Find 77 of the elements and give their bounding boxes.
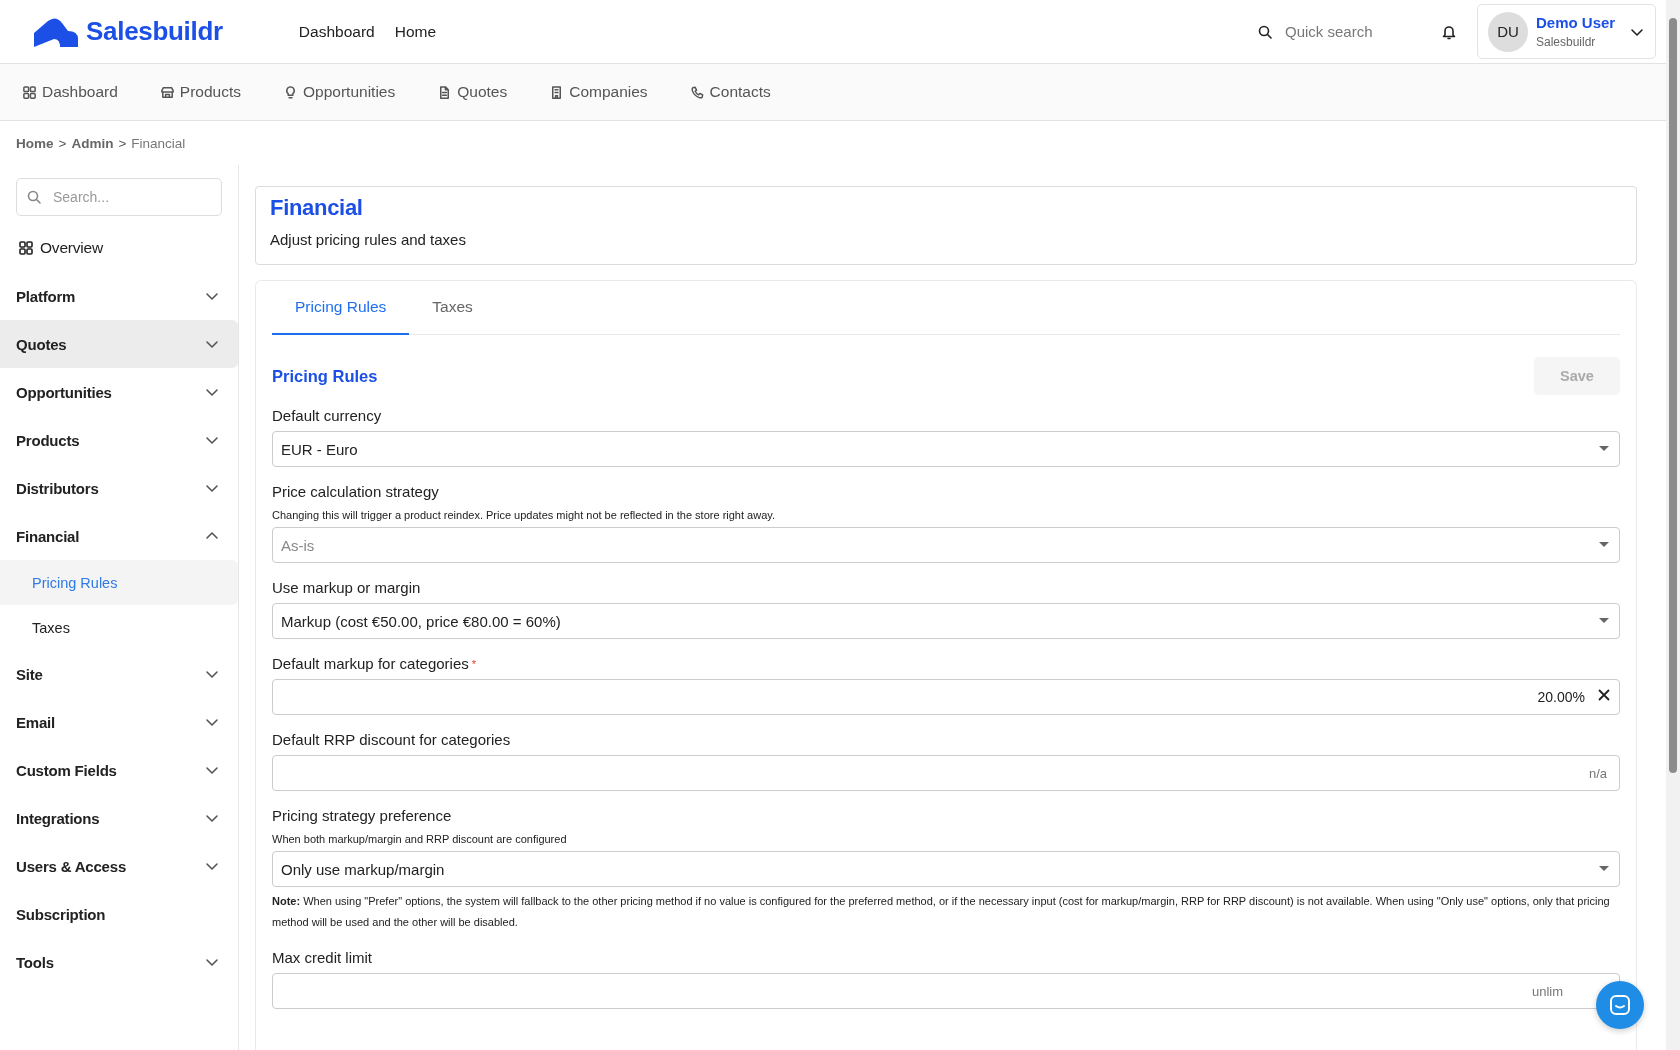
select-field[interactable]: EUR - Euro [272,431,1620,467]
sidebar-group[interactable]: Email [0,698,238,746]
page-subtitle: Adjust pricing rules and taxes [270,231,467,248]
sidebar-group[interactable]: Opportunities [0,368,238,416]
clear-button[interactable] [1598,689,1610,701]
required-mark: * [471,658,477,670]
breadcrumb-link[interactable]: Admin [71,135,114,151]
field-label: Pricing strategy preference [272,806,453,826]
user-menu[interactable]: DU Demo User Salesbuildr [1477,4,1656,59]
lightbulb-icon [283,84,298,100]
note-text: Note: When using "Prefer" options, the system will fallback to the other pricing method if no value is configured for the preferred method, or if the necessary input (cost for markup/margin, RRP for RRP discount) is not available. When using "Only use" options, only that pricing method will be used and the other will be disabled. [272,894,1611,930]
tab[interactable]: Pricing Rules [272,281,410,335]
field-label: Default RRP discount for categories [272,730,512,750]
field-label: Default currency [272,406,383,426]
bell-icon[interactable] [1441,23,1457,40]
sidebar-group[interactable]: Users & Access [0,842,238,890]
sidebar-group[interactable]: Site [0,650,238,698]
field-label: Price calculation strategy [272,482,440,502]
sidebar-item[interactable]: Overview [0,224,238,272]
sidebar-item[interactable]: Subscription [0,890,238,938]
field-label: Max credit limit [272,948,373,968]
grid-icon [18,240,34,256]
dropdown-caret-icon [1599,618,1609,624]
nav-link[interactable]: Products [159,83,241,101]
nav-link[interactable]: Opportunities [283,83,396,101]
sidebar-group[interactable]: Custom Fields [0,746,238,794]
logo-icon[interactable] [34,16,78,47]
phone-icon [689,84,705,100]
nav-link[interactable]: Home [394,22,437,41]
select-field[interactable]: Markup (cost €50.00, price €80.00 = 60%) [272,603,1620,639]
sidebar-subitem[interactable]: Taxes [0,605,238,650]
nav-link[interactable]: Quotes [437,83,508,101]
select-field[interactable]: Only use markup/margin [272,851,1620,887]
search-icon [26,189,42,205]
breadcrumb-separator: > [58,135,67,151]
select-field[interactable]: As-is [272,527,1620,563]
nav-link[interactable]: Dashboard [298,22,375,41]
search-field[interactable]: Search... [16,178,222,216]
dropdown-caret-icon [1599,866,1609,872]
search-icon [1257,23,1273,40]
sidebar-group[interactable]: Integrations [0,794,238,842]
dropdown-caret-icon [1599,542,1609,548]
company-name: Salesbuildr [1536,35,1597,49]
brand-name: Salesbuildr [86,16,223,47]
breadcrumb-link[interactable]: Home [16,135,54,151]
avatar: DU [1488,11,1528,52]
field-hint: Changing this will trigger a product reindex. Price updates might not be reflected in the store right away. [272,508,776,523]
search-field[interactable]: Quick search [1283,22,1437,41]
field-hint: When both markup/margin and RRP discount are configured [272,832,568,847]
sidebar-group[interactable]: Financial [0,512,238,560]
field-label: Default markup for categories * [272,654,478,674]
nav-link[interactable]: Companies [549,83,648,101]
nav-link[interactable]: Dashboard [22,83,118,101]
breadcrumb-link[interactable]: Financial [131,135,186,151]
input-field[interactable]: unlim [272,973,1620,1009]
nav-link[interactable]: Contacts [689,83,771,101]
sidebar-group[interactable]: Tools [0,938,238,986]
page-title: Financial [270,195,364,221]
sidebar-group[interactable]: Distributors [0,464,238,512]
store-icon [159,84,175,100]
section-title: Pricing Rules [272,366,378,386]
breadcrumb-separator: > [118,135,127,151]
sidebar-group[interactable]: Products [0,416,238,464]
sidebar-subitem[interactable]: Pricing Rules [0,560,238,605]
input-field[interactable]: n/a [272,755,1620,791]
chat-button[interactable] [1596,981,1644,1029]
sidebar-group[interactable]: Platform [0,272,238,320]
tab[interactable]: Taxes [409,281,496,335]
field-label: Use markup or margin [272,578,422,598]
scrollbar[interactable] [1666,0,1680,1050]
input-field[interactable]: 20.00% [272,679,1620,715]
grid-icon [22,84,37,100]
close-icon [1598,689,1610,701]
dropdown-caret-icon [1599,446,1609,452]
user-name: Demo User [1536,14,1617,31]
sidebar-group[interactable]: Quotes [0,320,238,368]
chat-icon [1609,994,1631,1016]
